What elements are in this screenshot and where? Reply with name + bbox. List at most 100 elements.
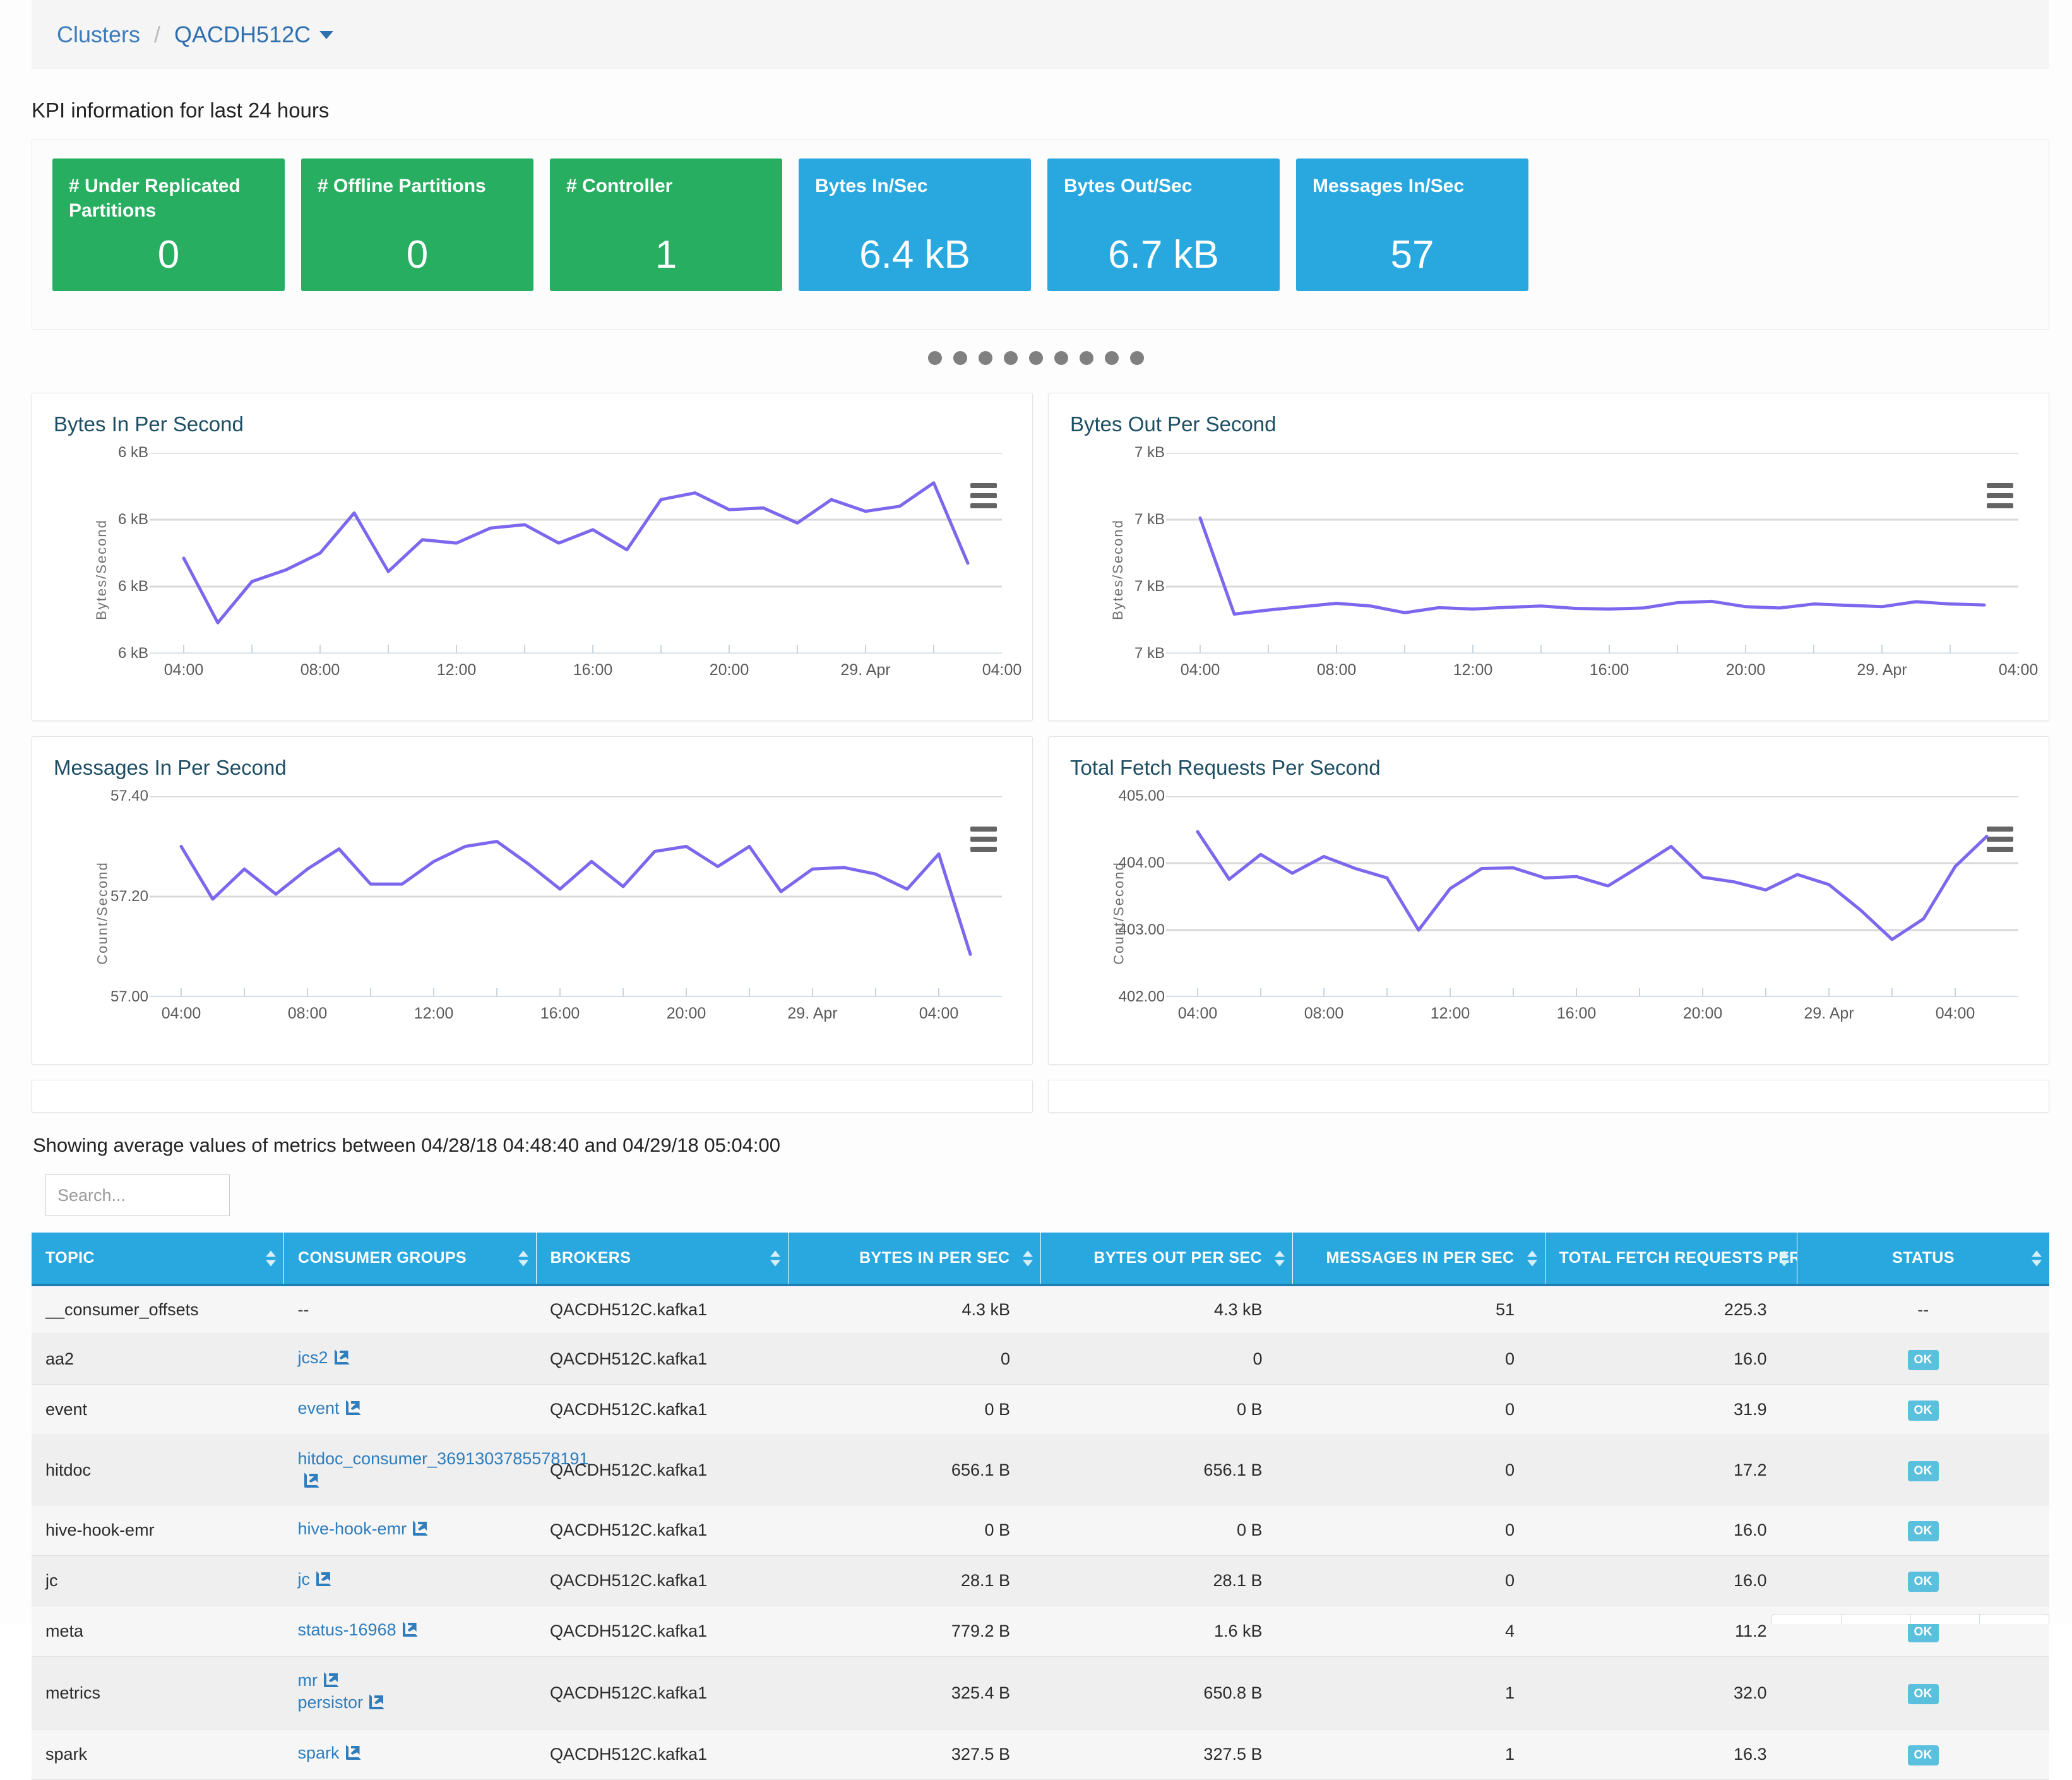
column-header[interactable]: MESSAGES IN PER SEC xyxy=(1292,1233,1545,1285)
table-row[interactable]: hive-hook-emr hive-hook-emr QACDH512C.kafk… xyxy=(32,1505,2049,1556)
table-row[interactable]: spark spark QACDH512C.kafka1 327.5 B 327.5 B… xyxy=(32,1729,2049,1780)
chevron-down-icon[interactable] xyxy=(319,30,334,39)
search-input[interactable] xyxy=(45,1174,230,1216)
chart-x-tick-label: 29. Apr xyxy=(840,661,891,679)
sort-toggle-icon[interactable] xyxy=(1275,1250,1285,1266)
external-link-icon[interactable] xyxy=(402,1622,418,1637)
consumer-group-link[interactable]: hitdoc_consumer_3691303785578191 xyxy=(298,1449,589,1469)
chart-y-tick-label: 404.00 xyxy=(1118,854,1165,871)
column-header[interactable]: CONSUMER GROUPS xyxy=(283,1233,537,1285)
pagination-control[interactable] xyxy=(1771,1614,2049,1624)
sort-toggle-icon[interactable] xyxy=(1022,1250,1033,1266)
carousel-dot[interactable] xyxy=(1054,351,1068,365)
carousel-dot[interactable] xyxy=(1105,351,1119,365)
consumer-group-link[interactable]: event xyxy=(298,1399,340,1418)
cell-status: OK xyxy=(1797,1334,2050,1385)
kpi-card[interactable]: # Controller 1 xyxy=(550,158,782,291)
status-badge: OK xyxy=(1907,1745,1939,1765)
consumer-group-link[interactable]: hive-hook-emr xyxy=(298,1519,407,1539)
cell-consumer-groups: hitdoc_consumer_3691303785578191 xyxy=(284,1435,588,1505)
consumer-group-link[interactable]: jc xyxy=(298,1570,311,1589)
table-row[interactable]: aa2 jcs2 QACDH512C.kafka1 0 0 0 16.0 OK xyxy=(32,1334,2049,1385)
carousel-dot[interactable] xyxy=(1080,351,1093,365)
consumer-group-link[interactable]: status-16968 xyxy=(298,1620,396,1640)
sort-toggle-icon[interactable] xyxy=(770,1250,780,1266)
external-link-icon[interactable] xyxy=(323,1672,339,1687)
table-row[interactable]: __consumer_offsets -- QACDH512C.kafka1 4.3 … xyxy=(32,1285,2049,1334)
kpi-card[interactable]: Bytes In/Sec 6.4 kB xyxy=(799,158,1031,291)
external-link-icon[interactable] xyxy=(413,1520,429,1536)
table-row[interactable]: jc jc QACDH512C.kafka1 28.1 B 28.1 B 0 16.0 OK xyxy=(32,1555,2049,1606)
sort-toggle-icon[interactable] xyxy=(518,1250,528,1266)
consumer-group-entry: jc xyxy=(298,1570,523,1592)
sort-toggle-icon[interactable] xyxy=(266,1250,276,1266)
chart-y-axis-label: Bytes/Second xyxy=(93,519,109,620)
consumer-group-link[interactable]: jcs2 xyxy=(298,1348,328,1368)
pagination-segment[interactable] xyxy=(1911,1615,1980,1624)
table-row[interactable]: meta status-16968 QACDH512C.kafka1 779.2 B 1… xyxy=(32,1606,2049,1657)
column-header[interactable]: TOPIC xyxy=(32,1233,284,1285)
pagination-segment[interactable] xyxy=(1842,1615,1911,1624)
pagination-segment[interactable] xyxy=(1980,1615,2049,1624)
cell-fetch-requests: 16.0 xyxy=(1733,1520,1767,1539)
column-header[interactable]: BYTES OUT PER SEC xyxy=(1040,1233,1293,1285)
table-body: __consumer_offsets -- QACDH512C.kafka1 4.3 … xyxy=(32,1285,2049,1780)
cell-bytes-in: 779.2 B xyxy=(951,1622,1010,1640)
table-head: TOPIC CONSUMER GROUPS BROKERS BYTES IN PER … xyxy=(32,1233,2049,1285)
consumer-group-link[interactable]: persistor xyxy=(298,1693,364,1712)
cell-topic: meta xyxy=(45,1622,84,1640)
table-row[interactable]: event event QACDH512C.kafka1 0 B 0 B 0 31.9 OK xyxy=(32,1384,2049,1435)
chart-x-tick-label: 20:00 xyxy=(709,661,749,679)
external-link-icon[interactable] xyxy=(304,1472,319,1488)
chart-x-tick-label: 29. Apr xyxy=(1857,661,1907,679)
carousel-dot[interactable] xyxy=(979,351,992,365)
chart-x-tick-label: 12:00 xyxy=(1430,1005,1470,1022)
cell-consumer-groups: jc xyxy=(284,1556,537,1606)
carousel-dot[interactable] xyxy=(928,351,942,365)
column-header[interactable]: BROKERS xyxy=(536,1233,789,1285)
breadcrumb-clusters-link[interactable]: Clusters xyxy=(57,21,140,48)
consumer-group-link[interactable]: mr xyxy=(298,1671,318,1690)
column-header[interactable]: STATUS xyxy=(1797,1233,2049,1285)
cell-brokers: QACDH512C.kafka1 xyxy=(550,1571,708,1590)
cell-bytes-out: 656.1 B xyxy=(1203,1460,1263,1479)
cell-messages-in: 4 xyxy=(1504,1622,1515,1640)
sort-toggle-icon[interactable] xyxy=(1779,1250,1789,1266)
kpi-card-value: 6.4 kB xyxy=(859,233,970,277)
consumer-group-entry: spark xyxy=(298,1743,523,1765)
kpi-card[interactable]: # Offline Partitions 0 xyxy=(301,158,533,291)
external-link-icon[interactable] xyxy=(369,1694,385,1709)
chart-svg xyxy=(150,796,1002,997)
carousel-dot[interactable] xyxy=(1029,351,1043,365)
sort-toggle-icon[interactable] xyxy=(2032,1250,2042,1266)
kpi-card[interactable]: Messages In/Sec 57 xyxy=(1296,158,1528,291)
external-link-icon[interactable] xyxy=(345,1400,361,1415)
external-link-icon[interactable] xyxy=(316,1571,331,1586)
metrics-range-note: Showing average values of metrics betwee… xyxy=(33,1134,781,1156)
kpi-card[interactable]: Bytes Out/Sec 6.7 kB xyxy=(1047,158,1280,291)
consumer-group-entry: event xyxy=(298,1399,523,1421)
consumer-group-link[interactable]: spark xyxy=(298,1743,340,1763)
chart-row-2: Messages In Per Second Count/Second 57.40… xyxy=(32,736,2049,1065)
external-link-icon[interactable] xyxy=(334,1349,350,1365)
pagination-segment[interactable] xyxy=(1772,1615,1842,1624)
chart-y-tick-label: 57.00 xyxy=(110,988,148,1005)
carousel-dot[interactable] xyxy=(953,351,967,365)
table-row[interactable]: hitdoc hitdoc_consumer_3691303785578191 QA… xyxy=(32,1435,2049,1505)
breadcrumb-current-cluster[interactable]: QACDH512C xyxy=(174,21,311,48)
carousel-dot[interactable] xyxy=(1130,351,1144,365)
carousel-pagination-dots[interactable] xyxy=(0,351,2072,365)
table-row[interactable]: metrics mr persistor QACDH512C.kafka1 325.4 … xyxy=(32,1656,2049,1729)
chart-x-tick-label: 16:00 xyxy=(1556,1005,1597,1022)
external-link-icon[interactable] xyxy=(345,1745,361,1760)
carousel-dot[interactable] xyxy=(1004,351,1018,365)
chart-x-axis: 04:00 08:00 12:00 16:00 20:00 29. Apr 04:00 xyxy=(1166,657,2039,686)
cell-status: -- xyxy=(1797,1285,2050,1334)
column-header[interactable]: BYTES IN PER SEC xyxy=(788,1233,1041,1285)
sort-toggle-icon[interactable] xyxy=(1527,1250,1537,1266)
column-header[interactable]: TOTAL FETCH REQUESTS PER SEC xyxy=(1545,1233,1838,1285)
chart-y-tick-label: 402.00 xyxy=(1118,988,1165,1005)
chart-x-tick-label: 20:00 xyxy=(1682,1005,1723,1022)
kpi-card-list: # Under Replicated Partitions 0 # Offline … xyxy=(52,158,2049,291)
kpi-card[interactable]: # Under Replicated Partitions 0 xyxy=(52,158,285,291)
